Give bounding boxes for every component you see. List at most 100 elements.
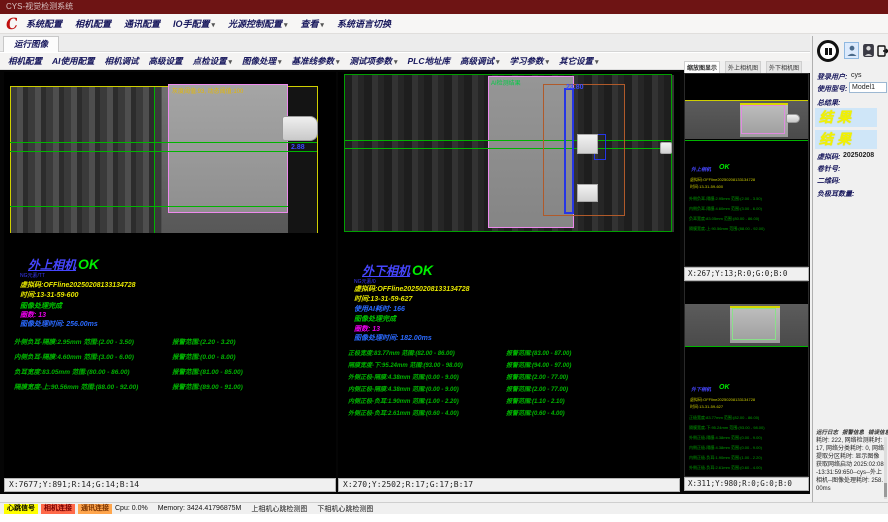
mid-camera-name: 外下相机 <box>362 264 410 278</box>
overlay-line <box>685 140 809 141</box>
preview-measurement-row: 隔膜宽度-下:95.24mm 范围:(93.00 - 98.00) <box>689 425 808 435</box>
preview-connector <box>786 114 800 123</box>
camera-mid-image[interactable]: AI检测结果 23.80 <box>338 72 680 237</box>
toolbar-item[interactable]: 点检设置 ▾ <box>193 55 232 67</box>
tab-strip: 运行图像 <box>0 34 810 52</box>
menu-item[interactable]: IO手配置 ▾ <box>173 17 215 30</box>
log-text: 耗时: 222, 网络检测耗时: 17, 网络分类耗时: 0, 网络提取分区耗时… <box>816 437 884 493</box>
measurement-row: 外侧负耳-隔膜:2.95mm 范围:(2.00 - 3.50)报警范围:(2.2… <box>14 336 336 351</box>
app-logo-icon: C <box>5 14 19 33</box>
preview-measurement-row: 正极宽度:83.77mm 范围:(82.00 - 86.00) <box>689 415 808 425</box>
log-tab[interactable]: 报警信息 <box>842 428 864 436</box>
preview-measurement-row: 负耳宽度:83.05mm 范围:(80.00 - 86.00) <box>689 216 808 226</box>
mid-camera-result: OK <box>412 262 433 278</box>
result-badge-top: 结果 <box>815 108 877 127</box>
menu-item[interactable]: 系统配置 <box>26 17 62 30</box>
preview-bottom-title: 外下相机 <box>691 386 711 393</box>
left-camera-name: 外上相机 <box>28 258 76 272</box>
toolbar-item[interactable]: 相机调试 <box>105 55 139 67</box>
model-label: 使用型号: <box>817 84 847 94</box>
measurement-row: 隔膜宽度-下:95.24mm 范围:(93.00 - 98.00)报警范围:(9… <box>348 360 680 372</box>
total-result-label: 总结果: <box>817 98 840 108</box>
menu-item[interactable]: 相机配置 <box>75 17 111 30</box>
toolbar-item[interactable]: 图像处理 ▾ <box>242 55 281 67</box>
pause-button[interactable] <box>817 40 839 62</box>
preview-measurement-row: 外侧负耳-隔膜:2.95mm 范围:(2.00 - 3.50) <box>689 196 808 206</box>
sidebar: 登录用户: cys 使用型号: Model1 总结果: 结果 结果 虚拟码: 2… <box>812 36 888 502</box>
status-badge: 通讯连接 <box>78 504 112 514</box>
preview-bottom-rows: 正极宽度:83.77mm 范围:(82.00 - 86.00)隔膜宽度-下:95… <box>689 415 808 475</box>
model-input[interactable]: Model1 <box>849 82 887 93</box>
preview-top-image[interactable]: 外上相机 OK 虚拟码:OFFline20250208133134728 时间:… <box>684 73 809 267</box>
measurement-row: 外侧正极-隔膜:4.38mm 范围:(0.00 - 9.00)报警范围:(2.0… <box>348 372 680 384</box>
preview-bottom-code: 虚拟码:OFFline20250208133134728 <box>690 397 755 403</box>
left-coordinate-bar: X:7677;Y:891;R:14;G:14;B:14 <box>4 478 336 492</box>
preview-bottom-ok: OK <box>719 384 730 391</box>
camera-left-panel: 灰度阈值:93, 动态阈值:100 2.88 外上相机OK NG元素/TT 虚拟… <box>4 72 336 492</box>
cam-up-heartbeat: 上相机心跳检测图 <box>251 504 307 514</box>
preview-bottom-image[interactable]: 外下相机 OK 虚拟码:OFFline20250208133134728 时间:… <box>684 281 809 477</box>
toolbar-item[interactable]: 测试项参数 ▾ <box>350 55 398 67</box>
toolbar-item[interactable]: 其它设置 ▾ <box>559 55 598 67</box>
measurement-row: 内侧正极-负耳:1.90mm 范围:(1.00 - 2.20)报警范围:(1.1… <box>348 396 680 408</box>
preview-tab[interactable]: 外下相机图 <box>766 61 802 74</box>
left-measurements: 外侧负耳-隔膜:2.95mm 范围:(2.00 - 3.50)报警范围:(2.2… <box>14 336 336 396</box>
toolbar-item[interactable]: AI使用配置 <box>52 55 95 67</box>
memory-usage: Memory: 3424.41796875M <box>158 505 242 512</box>
preview-top-coordinate-bar: X:267;Y:13;R:0;G:0;B:0 <box>684 267 809 281</box>
tab-run-image[interactable]: 运行图像 <box>3 36 59 52</box>
log-tab[interactable]: 错误信息 <box>868 428 888 436</box>
preview-tabs: 缩放图显示外上相机图外下相机图 <box>684 61 810 73</box>
menu-item[interactable]: 通讯配置 <box>124 17 160 30</box>
left-roi-box <box>168 84 288 213</box>
app-window: CYS-视觉检测系统 C 系统配置相机配置通讯配置IO手配置 ▾光源控制配置 ▾… <box>0 0 888 522</box>
toolbar-item[interactable]: 相机配置 <box>8 55 42 67</box>
left-value-overlay: 2.88 <box>291 144 305 151</box>
needle-label: 卷针号: <box>817 164 840 174</box>
status-bar: 心跳信号相机连接通讯连接 Cpu: 0.0% Memory: 3424.4179… <box>0 502 888 514</box>
menu-item[interactable]: 系统语言切换 <box>337 17 391 30</box>
log-tab[interactable]: 运行日志 <box>816 428 838 436</box>
toolbar-item[interactable]: 基准线参数 ▾ <box>292 55 340 67</box>
tab-count-label: 负极耳数量: <box>817 189 854 199</box>
user-login-button[interactable] <box>844 42 859 59</box>
toolbar-item[interactable]: 高级调试 ▾ <box>460 55 499 67</box>
code-label: 虚拟码: <box>817 152 840 162</box>
camera-left-image[interactable]: 灰度阈值:93, 动态阈值:100 2.88 <box>4 72 336 233</box>
measurement-row: 隔膜宽度-上:90.56mm 范围:(88.00 - 92.00)报警范围:(8… <box>14 381 336 396</box>
overlay-line <box>10 142 317 143</box>
bottom-margin <box>0 514 888 522</box>
preview-top-title: 外上相机 <box>691 166 711 173</box>
menu-item[interactable]: 光源控制配置 ▾ <box>228 17 287 30</box>
preview-measurement-row: 隔膜宽度-上:90.56mm 范围:(88.00 - 92.00) <box>689 226 808 236</box>
preview-bottom-time: 时间:13-31-59-627 <box>690 404 723 410</box>
mid-time: 时间:13-31-59-627 <box>354 294 412 304</box>
preview-tab[interactable]: 缩放图显示 <box>684 61 720 74</box>
toolbar-item[interactable]: 学习参数 ▾ <box>510 55 549 67</box>
user-dark-button[interactable] <box>861 42 876 59</box>
user-icon <box>847 45 857 57</box>
preview-bottom-coordinate-bar: X:311;Y:980;R:0;G:0;B:0 <box>684 477 809 491</box>
preview-measurement-row: 外侧正极-负耳:2.61mm 范围:(0.60 - 4.00) <box>689 465 808 475</box>
preview-top-ok: OK <box>719 164 730 171</box>
measurement-row: 正极宽度:83.77mm 范围:(82.00 - 86.00)报警范围:(83.… <box>348 348 680 360</box>
toolbar-item[interactable]: 高级设置 <box>149 55 183 67</box>
menu-item[interactable]: 查看 ▾ <box>300 17 323 30</box>
measurement-row: 外侧正极-负耳:2.61mm 范围:(0.60 - 4.00)报警范围:(0.6… <box>348 408 680 420</box>
preview-tab[interactable]: 外上相机图 <box>725 61 761 74</box>
exit-button[interactable] <box>875 42 888 59</box>
status-badge: 心跳信号 <box>4 504 38 514</box>
left-time: 时间:13-31-59-600 <box>20 290 78 300</box>
overlay-line <box>685 100 809 101</box>
overlay-line <box>10 151 317 152</box>
left-process-time: 图像处理时间: 256.00ms <box>20 319 98 329</box>
left-camera-sub: NG元素/TT <box>20 272 45 279</box>
preview-measurement-row: 内侧正极-隔膜:4.38mm 范围:(0.00 - 9.00) <box>689 445 808 455</box>
left-camera-title: 外上相机OK <box>28 256 99 273</box>
window-title: CYS-视觉检测系统 <box>6 2 73 11</box>
status-badges: 心跳信号相机连接通讯连接 <box>4 504 115 514</box>
preview-top-time: 时间:13-31-59-600 <box>690 184 723 190</box>
login-value: cys <box>851 72 862 79</box>
toolbar-item[interactable]: PLC地址库 <box>408 55 451 67</box>
log-scrollbar[interactable] <box>884 437 887 499</box>
